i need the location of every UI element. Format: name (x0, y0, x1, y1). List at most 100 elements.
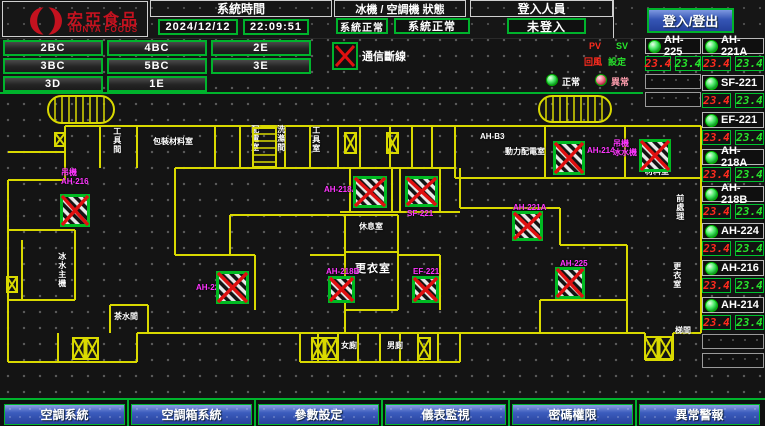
chiller-ahu-status-title: 冰機 / 空調機 狀態 (334, 0, 466, 17)
pv-label: PV (589, 41, 601, 51)
empty-slot (645, 92, 701, 107)
unit-sf-221[interactable]: SF-221 (702, 75, 764, 91)
login-logout-button[interactable]: 登入/登出 (647, 8, 734, 33)
unit-pv-value: 23.4 (702, 315, 731, 330)
unit-status-led-icon (705, 262, 718, 275)
unit-status-led-icon (705, 299, 718, 312)
unit-sv-value: 23.4 (735, 56, 764, 71)
room-label: 前處理 (675, 194, 684, 221)
bottom-button-5[interactable]: 密碼權限 (512, 404, 633, 425)
company-name-en: HUNYA FOODS (69, 25, 138, 34)
unit-sv-value: 23.4 (735, 241, 764, 256)
room-label: 洗滌間 (276, 125, 285, 152)
unit-name: AH-218A (721, 145, 763, 169)
ahu-offline-icon[interactable] (639, 139, 671, 172)
unit-sv-value: 23.4 (735, 93, 764, 108)
room-label: 工具室 (311, 126, 320, 153)
empty-slot (702, 353, 764, 368)
stairs-icon (47, 95, 115, 124)
floor-button-3bc[interactable]: 3BC (3, 58, 103, 74)
unit-sv-value: 23.4 (735, 167, 764, 182)
menu-divider (254, 400, 256, 426)
stairs-icon (538, 95, 612, 123)
unit-ah-224[interactable]: AH-224 (702, 223, 764, 239)
top-bar: 宏亞食品 HUNYA FOODS 系統時間 2024/12/12 22:09:5… (0, 0, 765, 39)
bottom-button-3[interactable]: 參數設定 (258, 404, 379, 425)
room-label: 更衣室 (672, 262, 681, 289)
empty-slot (702, 334, 764, 349)
bottom-menu-bar: 空調系統空調箱系統參數設定儀表監視密碼權限異常警報 (0, 398, 765, 426)
unit-status-led-icon (705, 188, 718, 201)
equipment-label: EF-221 (413, 267, 439, 276)
system-time-value: 22:09:51 (243, 19, 309, 35)
unit-pv-value: 23.4 (702, 56, 731, 71)
unit-name: AH-225 (664, 34, 700, 58)
abnormal-label: 異常 (611, 75, 629, 88)
ahu-offline-icon[interactable] (412, 276, 439, 303)
floor-button-2bc[interactable]: 2BC (3, 40, 103, 56)
floor-button-5bc[interactable]: 5BC (107, 58, 207, 74)
menu-divider (381, 400, 383, 426)
unit-ah-214[interactable]: AH-214 (702, 297, 764, 313)
bottom-button-1[interactable]: 空調系統 (4, 404, 125, 425)
unit-name: AH-218B (721, 182, 763, 206)
unit-ah-225[interactable]: AH-225 (645, 38, 701, 54)
ahu-offline-icon[interactable] (353, 176, 387, 208)
ahu-offline-icon[interactable] (553, 141, 585, 175)
bottom-button-4[interactable]: 儀表監視 (385, 404, 506, 425)
hunya-logo-icon (29, 5, 63, 40)
abnormal-led-icon (595, 74, 607, 86)
bottom-button-6[interactable]: 異常警報 (639, 404, 760, 425)
floor-button-3d[interactable]: 3D (3, 76, 103, 92)
unit-ef-221[interactable]: EF-221 (702, 112, 764, 128)
ahu-offline-icon[interactable] (405, 176, 438, 207)
unit-name: AH-224 (721, 225, 759, 237)
room-label: 動力配電室 (505, 148, 545, 157)
unit-status-led-icon (705, 114, 718, 127)
unit-status-led-icon (705, 40, 718, 53)
unit-sv-value: 23.4 (735, 278, 764, 293)
unit-ah-216[interactable]: AH-216 (702, 260, 764, 276)
unit-ah-218b[interactable]: AH-218B (702, 186, 764, 202)
empty-slot (645, 74, 701, 89)
floor-button-4bc[interactable]: 4BC (107, 40, 207, 56)
floor-button-3e[interactable]: 3E (211, 58, 311, 74)
unit-ah-221a[interactable]: AH-221A (702, 38, 764, 54)
unit-sv-value: 23.4 (735, 130, 764, 145)
ahu-offline-icon[interactable] (328, 276, 355, 303)
exhaust-fan-icon (644, 336, 673, 360)
return-air-label: 回風 (584, 55, 602, 68)
floor-button-2e[interactable]: 2E (211, 40, 311, 56)
normal-label: 正常 (562, 75, 580, 88)
ahu-offline-icon[interactable] (512, 211, 543, 241)
unit-ah-218a[interactable]: AH-218A (702, 149, 764, 165)
unit-status-led-icon (705, 77, 718, 90)
unit-status-led-icon (705, 225, 718, 238)
unit-pv-value: 23.4 (645, 56, 671, 71)
unit-pv-value: 23.4 (702, 130, 731, 145)
room-label: 更衣室 (355, 263, 391, 275)
room-label: 茶水間 (114, 313, 138, 322)
exhaust-fan-icon (54, 132, 66, 147)
room-label: 包裝材料室 (153, 138, 193, 147)
ahu-offline-icon[interactable] (60, 194, 90, 227)
unit-status-led-icon (705, 151, 718, 164)
sv-label: SV (616, 41, 628, 51)
equipment-label: AH-214 (587, 146, 615, 155)
exhaust-fan-icon (72, 337, 99, 360)
menu-divider (508, 400, 510, 426)
exhaust-fan-icon (6, 276, 18, 293)
floor-button-1e[interactable]: 1E (107, 76, 207, 92)
unit-name: AH-221A (721, 34, 763, 58)
ahu-offline-icon[interactable] (555, 267, 585, 299)
chiller-status-value: 系統正常 (336, 18, 388, 34)
room-label: 女廁 (341, 342, 357, 351)
ahu-offline-icon[interactable] (216, 271, 249, 304)
logo-cell: 宏亞食品 HUNYA FOODS (2, 1, 148, 37)
bottom-button-2[interactable]: 空調箱系統 (131, 404, 252, 425)
exhaust-fan-icon (311, 337, 338, 360)
unit-sv-value: 23.4 (735, 315, 764, 330)
ahu-status-value: 系統正常 (394, 18, 470, 34)
exhaust-fan-icon (417, 337, 431, 360)
unit-sv-value: 23.4 (675, 56, 701, 71)
